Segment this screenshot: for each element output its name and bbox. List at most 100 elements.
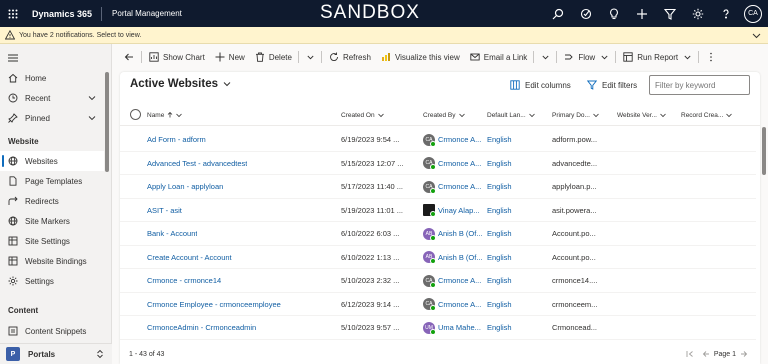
show-chart-button[interactable]: Show Chart <box>144 47 210 67</box>
brand-name[interactable]: Dynamics 365 <box>26 6 103 21</box>
cell-default-language[interactable]: English <box>487 246 512 269</box>
column-header-created-on[interactable]: Created On <box>341 104 384 126</box>
new-button[interactable]: New <box>210 47 250 67</box>
table-row[interactable]: Advanced Test - advancedtest 5/15/2023 12… <box>120 152 756 175</box>
select-all-radio[interactable] <box>130 109 141 120</box>
sidebar-item-home[interactable]: Home <box>0 68 104 88</box>
table-row[interactable]: Crmonce Employee - crmonceemployee 6/12/2… <box>120 293 756 316</box>
app-name[interactable]: Portal Management <box>102 9 182 18</box>
user-chip[interactable]: CA Crmonce A... <box>423 298 481 311</box>
grid-scrollbar[interactable] <box>762 127 766 175</box>
filter-icon[interactable] <box>656 0 684 27</box>
user-chip[interactable]: CA Crmonce A... <box>423 180 481 194</box>
user-avatar[interactable]: CA <box>744 4 762 23</box>
sidebar-item-websites[interactable]: Websites <box>0 151 104 171</box>
column-header-website-version[interactable]: Website Ver... <box>617 104 666 126</box>
column-header-default-language[interactable]: Default Lan... <box>487 104 535 126</box>
search-icon[interactable] <box>544 0 572 27</box>
cell-default-language[interactable]: English <box>487 152 512 175</box>
first-page-icon[interactable] <box>686 350 694 358</box>
cell-default-language[interactable]: English <box>487 316 512 339</box>
sidebar-item-pinned[interactable]: Pinned <box>0 108 104 128</box>
table-row[interactable]: Create Account - Account 6/10/2022 1:13 .… <box>120 246 756 269</box>
next-page-icon[interactable] <box>740 350 748 358</box>
table-row[interactable]: Bank - Account 6/10/2022 6:03 ... AB Anish … <box>120 222 756 246</box>
target-icon[interactable] <box>572 0 600 27</box>
cell-default-language[interactable]: English <box>487 269 512 292</box>
more-commands-button[interactable] <box>701 47 725 67</box>
column-header-created-by[interactable]: Created By <box>423 104 465 126</box>
table-row[interactable]: Ad Form - adform 6/19/2023 9:54 ... CA Crmo… <box>120 128 756 152</box>
cell-name[interactable]: Crmonce Employee - crmonceemployee <box>147 293 281 316</box>
cell-name[interactable]: Advanced Test - advancedtest <box>147 152 247 175</box>
sidebar-item-content-snippets[interactable]: Content Snippets <box>0 321 104 341</box>
hamburger-menu-button[interactable] <box>0 50 104 66</box>
filter-keyword-input[interactable] <box>649 75 750 95</box>
cell-created-by[interactable]: CA Crmonce A... <box>423 128 481 151</box>
column-header-name[interactable]: Name <box>147 104 183 126</box>
back-button[interactable] <box>119 47 139 67</box>
cell-name[interactable]: Ad Form - adform <box>147 128 206 151</box>
user-chip[interactable]: AB Anish B (Of... <box>423 227 483 241</box>
column-header-record-created[interactable]: Record Crea... <box>681 104 733 126</box>
cell-default-language[interactable]: English <box>487 175 512 198</box>
chevron-down-icon[interactable] <box>752 31 761 40</box>
cell-default-language[interactable]: English <box>487 222 512 245</box>
cell-created-by[interactable]: CA Crmonce A... <box>423 175 481 198</box>
cell-created-by[interactable]: Vinay Alap... <box>423 199 480 222</box>
chevron-down-icon[interactable] <box>542 54 549 61</box>
flow-button[interactable]: Flow <box>559 47 613 67</box>
cell-name[interactable]: CrmonceAdmin - Crmonceadmin <box>147 316 256 339</box>
delete-button[interactable]: Delete <box>250 47 319 67</box>
email-link-button[interactable]: Email a Link <box>465 47 555 67</box>
view-selector[interactable]: Active Websites <box>130 78 231 90</box>
app-launcher-icon[interactable] <box>0 0 26 27</box>
previous-page-icon[interactable] <box>702 350 710 358</box>
sidebar-scrollbar[interactable] <box>105 72 109 172</box>
cell-created-by[interactable]: UM Uma Mahe... <box>423 316 481 339</box>
gear-icon[interactable] <box>684 0 712 27</box>
cell-created-by[interactable]: CA Crmonce A... <box>423 152 481 175</box>
cell-name[interactable]: Apply Loan - applyloan <box>147 175 223 198</box>
sidebar-item-page-templates[interactable]: Page Templates <box>0 171 104 191</box>
user-chip[interactable]: AB Anish B (Of... <box>423 251 483 264</box>
visualize-button[interactable]: Visualize this view <box>376 47 465 67</box>
cell-name[interactable]: ASIT - asit <box>147 199 182 222</box>
cell-created-by[interactable]: AB Anish B (Of... <box>423 222 483 245</box>
cell-default-language[interactable]: English <box>487 293 512 316</box>
table-row[interactable]: Apply Loan - applyloan 5/17/2023 11:40 ..… <box>120 175 756 199</box>
sidebar-item-website-bindings[interactable]: Website Bindings <box>0 251 104 271</box>
sidebar-item-site-markers[interactable]: Site Markers <box>0 211 104 231</box>
plus-icon[interactable] <box>628 0 656 27</box>
cell-name[interactable]: Create Account - Account <box>147 246 232 269</box>
sidebar-item-settings[interactable]: Settings <box>0 271 104 291</box>
sidebar-item-site-settings[interactable]: Site Settings <box>0 231 104 251</box>
user-chip[interactable]: CA Crmonce A... <box>423 274 481 288</box>
table-row[interactable]: CrmonceAdmin - Crmonceadmin 5/10/2023 9:5… <box>120 316 756 340</box>
user-chip[interactable]: CA Crmonce A... <box>423 133 481 147</box>
edit-columns-button[interactable]: Edit columns <box>510 80 571 90</box>
cell-created-by[interactable]: CA Crmonce A... <box>423 269 481 292</box>
cell-name[interactable]: Bank - Account <box>147 222 197 245</box>
chevron-down-icon[interactable] <box>307 54 314 61</box>
cell-created-by[interactable]: AB Anish B (Of... <box>423 246 483 269</box>
table-row[interactable]: Crmonce - crmonce14 5/10/2023 2:32 ... CA C… <box>120 269 756 293</box>
area-switcher[interactable]: P Portals <box>0 343 112 364</box>
lightbulb-icon[interactable] <box>600 0 628 27</box>
cell-default-language[interactable]: English <box>487 128 512 151</box>
user-chip[interactable]: CA Crmonce A... <box>423 157 481 170</box>
run-report-button[interactable]: Run Report <box>618 47 696 67</box>
notification-bar[interactable]: You have 2 notifications. Select to view… <box>0 27 768 44</box>
refresh-button[interactable]: Refresh <box>324 47 376 67</box>
sidebar-item-recent[interactable]: Recent <box>0 88 104 108</box>
edit-filters-button[interactable]: Edit filters <box>587 80 637 90</box>
column-header-primary-domain[interactable]: Primary Do... <box>552 104 599 126</box>
cell-name[interactable]: Crmonce - crmonce14 <box>147 269 221 292</box>
sidebar-item-redirects[interactable]: Redirects <box>0 191 104 211</box>
cell-default-language[interactable]: English <box>487 199 512 222</box>
table-row[interactable]: ASIT - asit 5/19/2023 11:01 ... Vinay Alap… <box>120 199 756 222</box>
user-chip[interactable]: Vinay Alap... <box>423 204 480 217</box>
user-chip[interactable]: UM Uma Mahe... <box>423 321 481 335</box>
help-icon[interactable] <box>712 0 740 27</box>
cell-created-by[interactable]: CA Crmonce A... <box>423 293 481 316</box>
